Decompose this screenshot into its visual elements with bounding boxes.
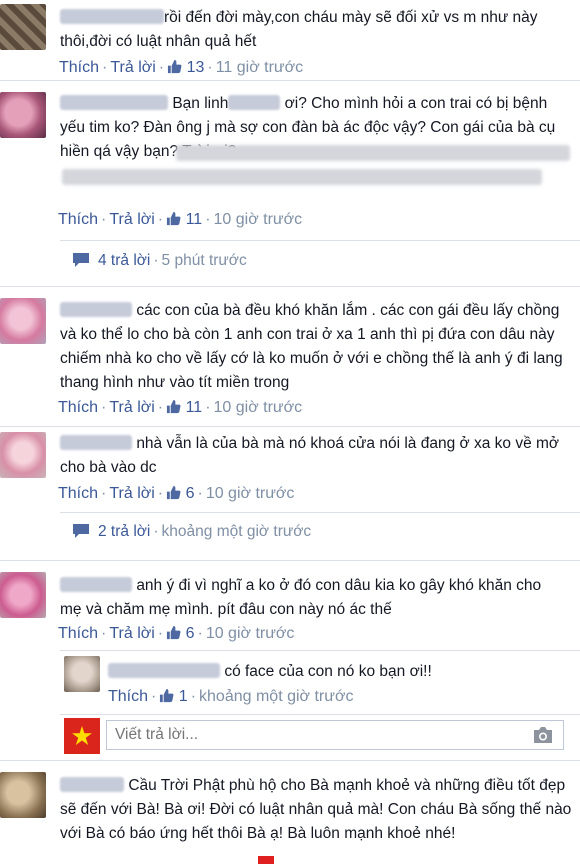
like-link[interactable]: Thích: [58, 625, 98, 642]
comment-time[interactable]: 10 giờ trước: [206, 625, 295, 642]
blurred-username[interactable]: [108, 663, 220, 678]
reply-input[interactable]: [106, 720, 564, 750]
comment-actions: Thích · Trả lời · 6 · 10 giờ trước: [58, 485, 295, 502]
star-icon: [72, 726, 92, 745]
like-link[interactable]: Thích: [58, 485, 98, 502]
user-avatar-flag: [64, 718, 100, 754]
comment-actions: Thích · Trả lời · 13 · 11 giờ trước: [59, 59, 304, 76]
like-count[interactable]: 6: [166, 625, 194, 642]
comment-actions: Thích · Trả lời · 11 · 10 giờ trước: [58, 211, 303, 228]
reply-bubble-icon: [73, 524, 89, 538]
comment-text: rồi đến đời mày,con cháu mày sẽ đối xử v…: [60, 9, 538, 50]
blurred-username[interactable]: [60, 95, 168, 110]
blurred-name: [228, 95, 281, 110]
like-link[interactable]: Thích: [59, 59, 99, 76]
thumbs-up-icon: [168, 59, 182, 74]
like-count[interactable]: 11: [166, 399, 202, 416]
comment-actions: Thích · Trả lời · 11 · 10 giờ trước: [58, 399, 303, 416]
avatar[interactable]: [0, 92, 46, 138]
like-count[interactable]: 13: [167, 59, 204, 76]
thumbs-up-icon: [167, 211, 181, 226]
like-count[interactable]: 6: [166, 485, 194, 502]
like-link[interactable]: Thích: [108, 688, 148, 705]
reply-avatar[interactable]: [64, 656, 100, 692]
avatar[interactable]: [0, 772, 46, 818]
like-count[interactable]: 11: [166, 211, 202, 228]
comment-time[interactable]: 11 giờ trước: [216, 59, 303, 76]
camera-icon[interactable]: [532, 726, 554, 744]
like-link[interactable]: Thích: [58, 211, 98, 228]
red-marker: [258, 856, 274, 864]
blurred-username[interactable]: [60, 435, 132, 450]
reply-link[interactable]: Trả lời: [109, 485, 154, 502]
reply-actions: Thích · 1 · khoảng một giờ trước: [108, 688, 354, 705]
comment-text: Cầu Trời Phật phù hộ cho Bà mạnh khoẻ và…: [60, 777, 572, 842]
comment-time[interactable]: 10 giờ trước: [214, 399, 303, 416]
reply-link[interactable]: Trả lời: [109, 211, 154, 228]
blurred-text: [62, 169, 542, 185]
thumbs-up-icon: [167, 625, 181, 640]
reply-link[interactable]: Trả lời: [109, 625, 154, 642]
comment-text: các con của bà đều khó khăn lắm . các co…: [60, 302, 563, 391]
like-count[interactable]: 1: [159, 688, 188, 705]
thumbs-up-icon: [167, 485, 181, 500]
avatar[interactable]: [0, 432, 46, 478]
comment-text: anh ý đi vì nghĩ a ko ở đó con dâu kia k…: [60, 577, 542, 618]
reply-time[interactable]: khoảng một giờ trước: [199, 688, 353, 705]
reply-link[interactable]: Trả lời: [110, 59, 155, 76]
thumbs-up-icon: [160, 688, 174, 703]
blurred-username[interactable]: [60, 9, 164, 24]
comment-time[interactable]: 10 giờ trước: [206, 485, 295, 502]
avatar[interactable]: [0, 572, 46, 618]
blurred-text: [176, 145, 570, 161]
view-replies-link[interactable]: 4 trả lời · 5 phút trước: [72, 249, 247, 273]
comment-time[interactable]: 10 giờ trước: [214, 211, 303, 228]
comment-text: nhà vẫn là của bà mà nó khoá cửa nói là …: [60, 435, 560, 476]
avatar[interactable]: [0, 298, 46, 344]
reply-link[interactable]: Trả lời: [109, 399, 154, 416]
reply-bubble-icon: [73, 253, 89, 267]
blurred-username[interactable]: [60, 577, 132, 592]
blurred-username[interactable]: [60, 777, 124, 792]
avatar[interactable]: [0, 4, 46, 50]
blurred-username[interactable]: [60, 302, 132, 317]
comment-actions: Thích · Trả lời · 6 · 10 giờ trước: [58, 625, 295, 642]
thumbs-up-icon: [167, 399, 181, 414]
reply-text: có face của con nó ko bạn ơi!!: [108, 660, 568, 684]
view-replies-link[interactable]: 2 trả lời · khoảng một giờ trước: [72, 520, 311, 544]
like-link[interactable]: Thích: [58, 399, 98, 416]
